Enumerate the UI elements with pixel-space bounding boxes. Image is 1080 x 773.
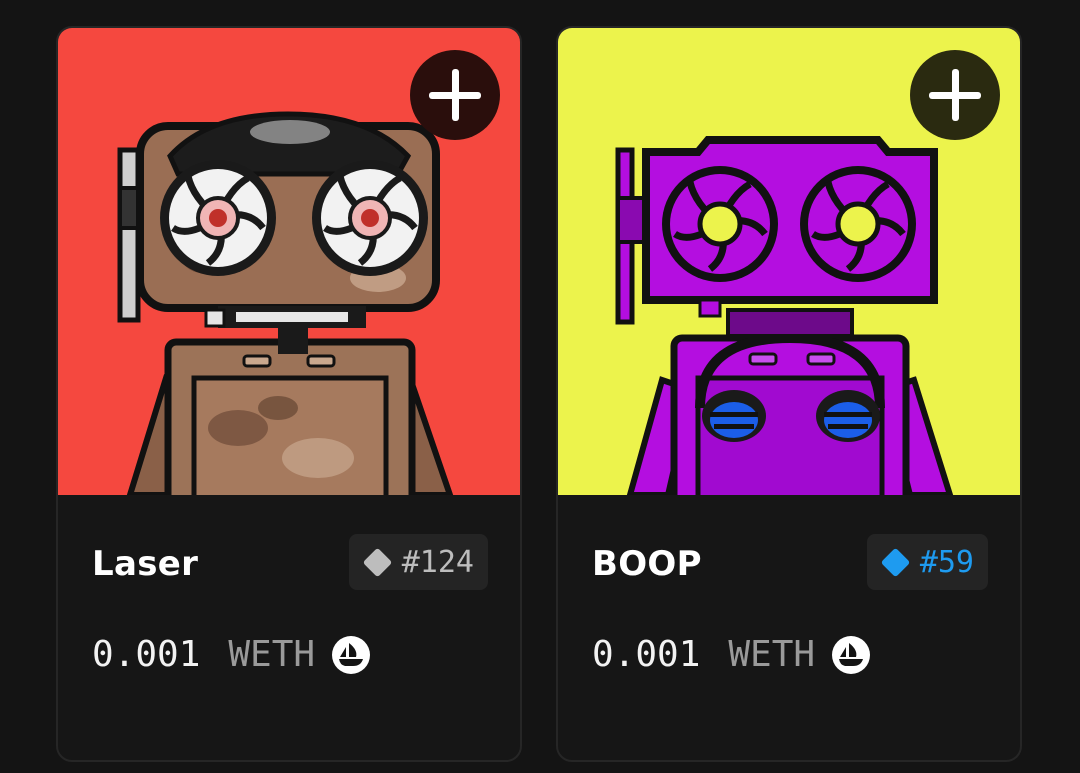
opensea-icon[interactable] <box>831 635 871 675</box>
price-currency: WETH <box>228 634 316 675</box>
token-id: #59 <box>919 544 974 580</box>
nft-name: BOOP <box>592 544 702 584</box>
add-to-cart-button[interactable] <box>910 50 1000 140</box>
nft-card-boop[interactable]: BOOP #59 0.001 WETH <box>556 26 1022 762</box>
nft-name: Laser <box>92 544 199 584</box>
nft-card-laser[interactable]: Laser #124 0.001 WETH <box>56 26 522 762</box>
token-id: #124 <box>401 544 474 580</box>
rarity-diamond-icon <box>880 547 911 577</box>
price-amount: 0.001 <box>92 634 201 675</box>
token-id-badge: #124 <box>348 534 488 590</box>
price-amount: 0.001 <box>592 634 701 675</box>
opensea-icon[interactable] <box>331 635 371 675</box>
rarity-diamond-icon <box>362 547 393 577</box>
price: 0.001 WETH <box>92 634 371 675</box>
token-id-badge: #59 <box>866 534 988 590</box>
price-currency: WETH <box>728 634 816 675</box>
price: 0.001 WETH <box>592 634 871 675</box>
add-to-cart-button[interactable] <box>410 50 500 140</box>
